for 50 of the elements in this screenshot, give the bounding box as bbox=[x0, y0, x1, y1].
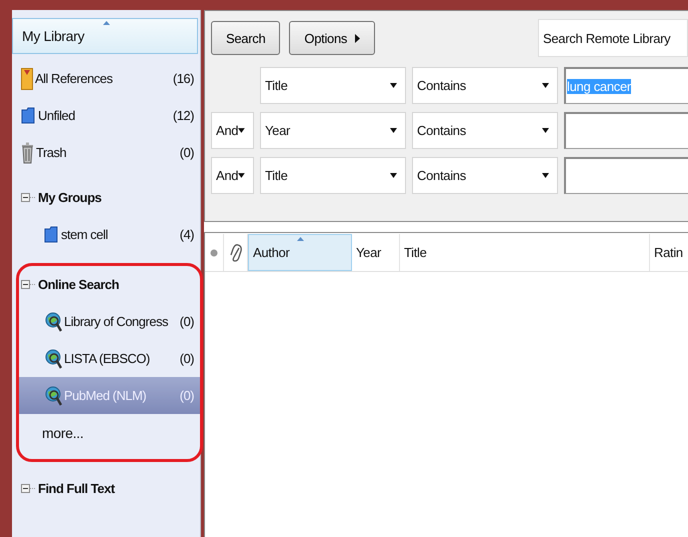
collapse-icon[interactable] bbox=[21, 280, 36, 289]
sidebar-item[interactable]: All References (16) bbox=[12, 60, 200, 97]
group-title[interactable]: Find Full Text bbox=[38, 481, 115, 496]
column-header[interactable]: Year bbox=[352, 234, 400, 271]
dropdown-arrow-icon bbox=[238, 173, 245, 178]
paperclip-icon bbox=[230, 242, 242, 262]
more-link[interactable]: more... bbox=[42, 424, 84, 440]
column-header[interactable]: Author bbox=[248, 234, 352, 271]
dropdown-arrow-icon bbox=[390, 173, 397, 178]
dropdown-arrow-icon bbox=[542, 173, 549, 178]
sidebar-item[interactable]: Trash (0) bbox=[12, 134, 200, 171]
column-header[interactable]: Ratin bbox=[650, 234, 688, 271]
operator-dropdown[interactable]: Contains bbox=[412, 67, 558, 104]
folder-icon bbox=[44, 226, 59, 243]
field-dropdown[interactable]: Title bbox=[260, 157, 406, 194]
sort-caret-icon bbox=[297, 237, 304, 241]
dropdown-arrow-icon bbox=[542, 83, 549, 88]
globe-search-icon bbox=[45, 312, 62, 332]
search-mode-dropdown[interactable]: Search Remote Library bbox=[538, 19, 688, 57]
options-button[interactable]: Options bbox=[289, 21, 376, 55]
sidebar-item[interactable]: stem cell (4) bbox=[12, 216, 200, 253]
globe-search-icon bbox=[45, 348, 62, 368]
search-term-field[interactable] bbox=[564, 157, 688, 194]
search-button[interactable]: Search bbox=[211, 21, 280, 55]
folder-icon bbox=[21, 107, 36, 124]
search-term-field[interactable] bbox=[564, 112, 688, 149]
column-header[interactable]: Title bbox=[400, 234, 650, 271]
trash-icon bbox=[21, 142, 34, 164]
caret-icon bbox=[355, 34, 360, 42]
sidebar-item[interactable]: LISTA (EBSCO) (0) bbox=[19, 340, 200, 377]
dropdown-arrow-icon bbox=[542, 128, 549, 133]
book-icon bbox=[21, 68, 33, 90]
group-title[interactable]: My Groups bbox=[38, 190, 102, 205]
dropdown-arrow-icon bbox=[390, 83, 397, 88]
read-status-icon bbox=[210, 248, 218, 256]
dropdown-arrow-icon bbox=[238, 128, 245, 133]
group-title[interactable]: Online Search bbox=[38, 277, 119, 292]
sidebar-item[interactable]: Unfiled (12) bbox=[12, 97, 200, 134]
library-header[interactable]: My Library bbox=[12, 18, 198, 54]
globe-search-icon bbox=[45, 386, 62, 406]
operator-dropdown[interactable]: Contains bbox=[412, 157, 558, 194]
sidebar-item[interactable]: Library of Congress (0) bbox=[19, 303, 200, 340]
connector-dropdown[interactable]: And bbox=[211, 157, 254, 194]
collapse-icon[interactable] bbox=[21, 193, 36, 202]
field-dropdown[interactable]: Year bbox=[260, 112, 406, 149]
connector-dropdown[interactable]: And bbox=[211, 112, 254, 149]
field-dropdown[interactable]: Title bbox=[260, 67, 406, 104]
dropdown-arrow-icon bbox=[390, 128, 397, 133]
collapse-icon[interactable] bbox=[21, 484, 36, 493]
operator-dropdown[interactable]: Contains bbox=[412, 112, 558, 149]
